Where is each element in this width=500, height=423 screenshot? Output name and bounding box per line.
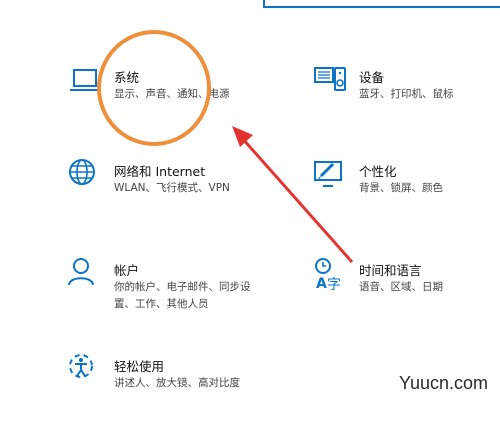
tile-network-desc: WLAN、飞行模式、VPN	[114, 182, 230, 194]
ease-of-access-icon	[68, 353, 104, 389]
tile-devices[interactable]: 设备 蓝牙、打印机、鼠标	[313, 64, 500, 134]
tile-accounts-desc-line-1: 你的帐户、电子邮件、同步设	[114, 281, 251, 293]
tile-system-desc: 显示、声音、通知、电源	[114, 88, 230, 100]
watermark: Yuucn.com	[398, 373, 488, 393]
svg-text:A: A	[316, 276, 327, 292]
tile-ease-of-access-desc: 讲述人、放大镜、高对比度	[114, 377, 240, 389]
tile-ease-of-access[interactable]: 轻松使用 讲述人、放大镜、高对比度	[68, 353, 268, 423]
tile-network[interactable]: 网络和 Internet WLAN、飞行模式、VPN	[68, 158, 268, 228]
clock-language-icon: A 字	[313, 257, 349, 293]
tile-ease-of-access-title: 轻松使用	[114, 359, 165, 374]
tile-accounts-desc: 你的帐户、电子邮件、同步设 置、工作、其他人员	[114, 279, 251, 313]
tile-accounts-desc-line-2: 置、工作、其他人员	[114, 298, 209, 310]
laptop-icon	[68, 64, 104, 100]
monitor-pen-icon	[313, 158, 349, 194]
tile-devices-title: 设备	[359, 70, 385, 85]
globe-icon	[68, 158, 104, 194]
tile-personalization[interactable]: 个性化 背景、锁屏、颜色	[313, 158, 500, 228]
tile-time-language-desc: 语音、区域、日期	[359, 281, 443, 293]
search-box-frame[interactable]	[263, 0, 500, 8]
tile-network-title: 网络和 Internet	[114, 164, 206, 179]
tile-time-language[interactable]: A 字 时间和语言 语音、区域、日期	[313, 257, 500, 327]
tile-devices-desc: 蓝牙、打印机、鼠标	[359, 88, 454, 100]
tile-personalization-desc: 背景、锁屏、颜色	[359, 182, 443, 194]
svg-text:字: 字	[327, 277, 341, 293]
person-icon	[68, 257, 104, 293]
tile-personalization-title: 个性化	[359, 164, 397, 179]
tile-accounts[interactable]: 帐户 你的帐户、电子邮件、同步设 置、工作、其他人员	[68, 257, 268, 327]
tile-time-language-title: 时间和语言	[359, 263, 422, 278]
tile-accounts-title: 帐户	[114, 263, 140, 278]
keyboard-speaker-icon	[313, 64, 349, 100]
tile-system[interactable]: 系统 显示、声音、通知、电源	[68, 64, 268, 134]
tile-system-title: 系统	[114, 70, 140, 85]
